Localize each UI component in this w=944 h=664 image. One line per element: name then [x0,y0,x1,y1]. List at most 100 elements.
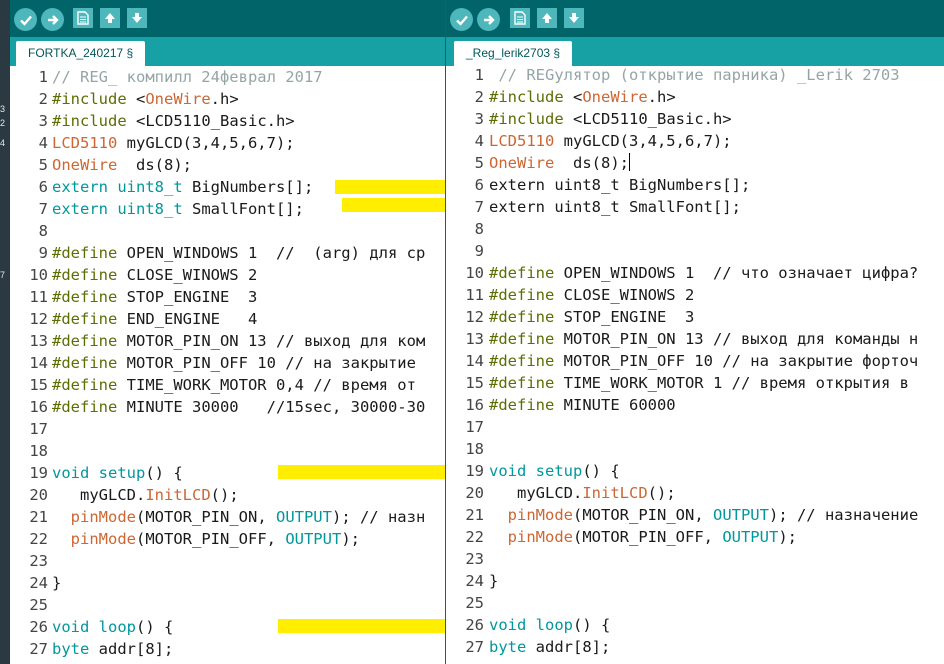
code-text: #include <OneWire.h> [489,86,676,108]
code-token: myGLCD. [52,486,146,504]
code-token: OneWire [145,90,211,108]
save-button[interactable] [127,8,147,28]
code-text: #define MOTOR_PIN_OFF 10 // на закрытие … [489,350,918,372]
line-number: 23 [465,550,484,568]
code-token: pinMode [70,530,136,548]
code-token: LCD5110 [52,134,118,152]
code-token: #include [52,90,136,108]
line-number: 18 [29,442,48,460]
code-token: CLOSE_WINOWS 2 [117,266,258,284]
line-number: 9 [474,242,484,260]
code-token: .h> [210,90,239,108]
code-text: #define TIME_WORK_MOTOR 0,4 // время от [52,374,416,396]
code-token: .h> [647,88,676,106]
code-token: #define [489,352,555,370]
code-text: } [52,572,61,594]
upload-button[interactable] [477,8,500,31]
code-text: // REGулятор (открытие парника) _Lerik 2… [489,64,900,86]
code-text: extern uint8_t SmallFont[]; [489,196,741,218]
code-line: 11 #define STOP_ENGINE 3 [10,286,445,308]
right-sketch-window: _Reg_lerik2703 § 1 // REGулятор (открыти… [445,0,944,664]
code-text: OneWire ds(8); [489,152,630,174]
code-token: () { [582,462,620,480]
code-token: #include [489,88,573,106]
code-token: } [52,574,62,592]
code-token: byte [52,640,90,658]
save-button[interactable] [564,8,584,28]
line-number: 5 [474,154,484,172]
code-line: 15 #define TIME_WORK_MOTOR 0,4 // время о… [10,374,445,396]
code-token: (); [647,484,676,502]
upload-button[interactable] [41,8,64,31]
code-text: #define MOTOR_PIN_OFF 10 // на закрытие [52,352,416,374]
line-number: 15 [29,376,48,394]
upload-icon [483,14,495,25]
code-token: () { [573,616,611,634]
code-line: 3 #include <LCD5110_Basic.h> [446,108,944,130]
code-line: 7 extern uint8_t SmallFont[]; [446,196,944,218]
code-text: #define OPEN_WINDOWS 1 // что означает ц… [489,262,918,284]
verify-icon [19,15,32,26]
code-token: pinMode [507,528,573,546]
code-editor[interactable]: 1 // REGулятор (открытие парника) _Lerik… [446,64,944,664]
code-token: pinMode [70,508,136,526]
code-token: LCD5110 [489,132,555,150]
line-number: 4 [474,132,484,150]
code-token: void [489,616,527,634]
code-token: #define [489,308,555,326]
line-number: 19 [465,462,484,480]
line-number: 20 [465,484,484,502]
code-editor[interactable]: 1// REG_ компилл 24феврал 2017 2 #include … [10,66,445,664]
code-line: 16 #define MINUTE 30000 //15sec, 30000-30 [10,396,445,418]
new-button[interactable] [73,8,93,28]
code-line: 13 #define MOTOR_PIN_ON 13 // выход для к… [446,328,944,350]
line-number: 6 [38,178,48,196]
code-token: ds(8); [117,156,192,174]
code-line: 23 [10,550,445,572]
line-number: 5 [38,156,48,174]
line-number: 26 [29,618,48,636]
line-number: 6 [474,176,484,194]
code-line: 23 [446,548,944,570]
tab-sketch[interactable]: FORTKA_240217 § [16,41,146,66]
line-number: 7 [38,200,48,218]
code-line: 26 void loop() { [446,614,944,636]
line-number: 10 [29,266,48,284]
code-text: #define CLOSE_WINOWS 2 [52,264,257,286]
new-icon [77,11,89,25]
new-button[interactable] [510,8,530,28]
code-line: 14 #define MOTOR_PIN_OFF 10 // на закрыти… [10,352,445,374]
code-token: #define [52,288,118,306]
code-token: #define [52,354,118,372]
code-token: MINUTE 30000 //15sec, 30000-30 [117,398,426,416]
open-button[interactable] [537,8,557,28]
code-token: CLOSE_WINOWS 2 [554,286,695,304]
code-token: loop [98,618,136,636]
code-text: #define MOTOR_PIN_ON 13 // выход для ком… [489,328,918,350]
open-button[interactable] [100,8,120,28]
code-line: 4 LCD5110 myGLCD(3,4,5,6,7); [10,132,445,154]
verify-button[interactable] [14,8,37,31]
code-line: 17 [446,416,944,438]
code-line: 14 #define MOTOR_PIN_OFF 10 // на закрыти… [446,350,944,372]
tab-sketch[interactable]: _Reg_lerik2703 § [454,41,573,66]
line-number: 8 [38,222,48,240]
verify-button[interactable] [450,8,473,31]
code-line: 8 [10,220,445,242]
code-token: byte [489,638,527,656]
line-number: 22 [465,528,484,546]
verify-icon [455,15,468,26]
code-token: // REGулятор (открытие парника) _Lerik 2… [489,66,900,84]
code-text: extern uint8_t BigNumbers[]; [489,174,750,196]
text-caret [628,153,630,171]
open-icon [542,13,552,23]
code-line: 10 #define CLOSE_WINOWS 2 [10,264,445,286]
open-icon [105,13,115,23]
line-number: 26 [465,616,484,634]
code-token: (); [210,486,239,504]
line-number: 7 [474,198,484,216]
